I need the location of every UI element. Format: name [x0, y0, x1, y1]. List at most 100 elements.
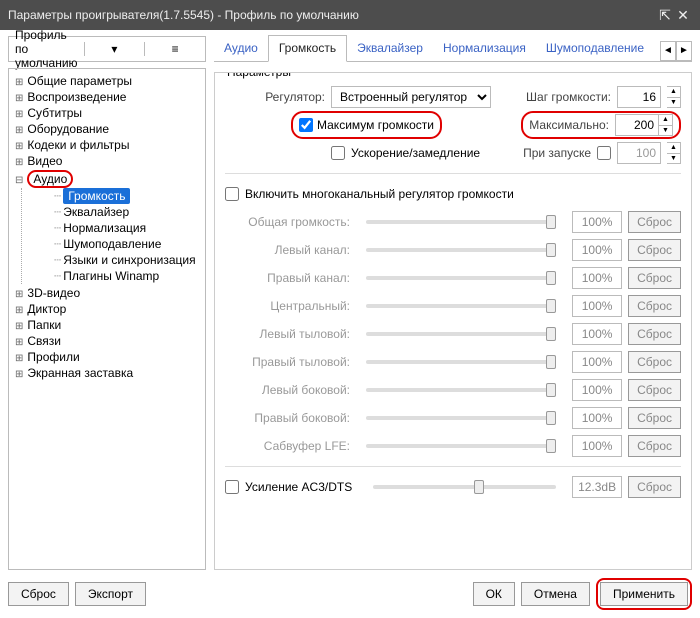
- ac3-value: 12.3dB: [572, 476, 622, 498]
- fieldset-legend: Параметры: [223, 72, 295, 79]
- multichannel-label: Включить многоканальный регулятор громко…: [245, 187, 514, 201]
- tab-scroll-arrow[interactable]: ◄: [660, 41, 676, 61]
- channel-label: Сабвуфер LFE:: [225, 439, 350, 453]
- channel-reset-button: Сброс: [628, 435, 681, 457]
- channel-pct: 100%: [572, 239, 622, 261]
- max-value-highlight: Максимально: ▲▼: [521, 111, 681, 139]
- ac3-reset-button[interactable]: Сброс: [628, 476, 681, 498]
- max-label: Максимально:: [529, 118, 609, 132]
- channel-pct: 100%: [572, 407, 622, 429]
- channel-pct: 100%: [572, 379, 622, 401]
- ac3-label: Усиление AC3/DTS: [245, 480, 357, 494]
- tree-leaf[interactable]: Нормализация: [38, 220, 203, 236]
- apply-button[interactable]: Применить: [600, 582, 688, 606]
- tree-node[interactable]: Воспроизведение: [11, 89, 203, 105]
- vol-step-spinner[interactable]: ▲▼: [667, 86, 681, 108]
- ac3-checkbox[interactable]: [225, 480, 239, 494]
- chevron-down-icon[interactable]: ▾: [84, 42, 145, 56]
- channel-slider: [366, 332, 556, 336]
- tab[interactable]: Нормализация: [433, 36, 536, 61]
- channel-reset-button: Сброс: [628, 379, 681, 401]
- tree-leaf[interactable]: Громкость: [38, 188, 203, 204]
- tree-node[interactable]: Экранная заставка: [11, 365, 203, 381]
- profile-selector[interactable]: Профиль по умолчанию ▾ ≡: [8, 36, 206, 62]
- channel-slider: [366, 248, 556, 252]
- regulator-label: Регулятор:: [225, 90, 325, 104]
- channel-pct: 100%: [572, 267, 622, 289]
- channel-reset-button: Сброс: [628, 211, 681, 233]
- channel-label: Общая громкость:: [225, 215, 350, 229]
- channel-reset-button: Сброс: [628, 295, 681, 317]
- on-start-checkbox[interactable]: [597, 146, 611, 160]
- max-volume-highlight: Максимум громкости: [291, 111, 442, 139]
- tree-node[interactable]: Оборудование: [11, 121, 203, 137]
- close-icon[interactable]: ✕: [674, 7, 692, 24]
- multichannel-checkbox[interactable]: [225, 187, 239, 201]
- max-volume-label: Максимум громкости: [317, 118, 434, 132]
- tree-node[interactable]: Связи: [11, 333, 203, 349]
- channel-label: Левый канал:: [225, 243, 350, 257]
- tab-scroll-arrow[interactable]: ►: [676, 41, 692, 61]
- channel-reset-button: Сброс: [628, 351, 681, 373]
- tree-node[interactable]: Папки: [11, 317, 203, 333]
- cancel-button[interactable]: Отмена: [521, 582, 590, 606]
- channel-reset-button: Сброс: [628, 407, 681, 429]
- channel-slider: [366, 220, 556, 224]
- tab[interactable]: Аудио: [214, 36, 268, 61]
- nav-tree[interactable]: Общие параметрыВоспроизведениеСубтитрыОб…: [8, 68, 206, 570]
- vol-step-input[interactable]: [617, 86, 661, 108]
- footer: Сброс Экспорт ОК Отмена Применить: [0, 570, 700, 618]
- tree-leaf[interactable]: Плагины Winamp: [38, 268, 203, 284]
- max-spinner[interactable]: ▲▼: [659, 114, 673, 136]
- window-title: Параметры проигрывателя(1.7.5545) - Проф…: [8, 8, 656, 22]
- tree-node[interactable]: Общие параметры: [11, 73, 203, 89]
- params-fieldset: Параметры Регулятор: Встроенный регулято…: [214, 72, 692, 570]
- tree-node-audio[interactable]: АудиоГромкостьЭквалайзерНормализацияШумо…: [11, 169, 203, 285]
- pin-icon[interactable]: ⇱: [656, 7, 674, 24]
- tree-leaf[interactable]: Языки и синхронизация: [38, 252, 203, 268]
- accel-checkbox[interactable]: [331, 146, 345, 160]
- tab[interactable]: Шумоподавление: [536, 36, 654, 61]
- tree-leaf[interactable]: Шумоподавление: [38, 236, 203, 252]
- channel-pct: 100%: [572, 435, 622, 457]
- ok-button[interactable]: ОК: [473, 582, 515, 606]
- export-button[interactable]: Экспорт: [75, 582, 146, 606]
- channel-label: Левый боковой:: [225, 383, 350, 397]
- channel-label: Правый боковой:: [225, 411, 350, 425]
- profile-value: Профиль по умолчанию: [9, 28, 84, 70]
- channel-label: Правый канал:: [225, 271, 350, 285]
- accel-label: Ускорение/замедление: [351, 146, 480, 160]
- channel-pct: 100%: [572, 323, 622, 345]
- reset-button[interactable]: Сброс: [8, 582, 69, 606]
- titlebar: Параметры проигрывателя(1.7.5545) - Проф…: [0, 0, 700, 30]
- channel-slider: [366, 416, 556, 420]
- max-input[interactable]: [615, 114, 659, 136]
- tree-node[interactable]: 3D-видео: [11, 285, 203, 301]
- channel-slider: [366, 444, 556, 448]
- tree-node[interactable]: Диктор: [11, 301, 203, 317]
- channel-slider: [366, 360, 556, 364]
- tree-node[interactable]: Субтитры: [11, 105, 203, 121]
- regulator-select[interactable]: Встроенный регулятор гр: [331, 86, 491, 108]
- tab[interactable]: Эквалайзер: [347, 36, 433, 61]
- channel-reset-button: Сброс: [628, 323, 681, 345]
- channel-slider: [366, 276, 556, 280]
- channel-label: Центральный:: [225, 299, 350, 313]
- tree-node[interactable]: Кодеки и фильтры: [11, 137, 203, 153]
- ac3-slider[interactable]: [373, 485, 556, 489]
- tabs: АудиоГромкостьЭквалайзерНормализацияШумо…: [214, 36, 692, 62]
- tree-node[interactable]: Профили: [11, 349, 203, 365]
- channel-label: Правый тыловой:: [225, 355, 350, 369]
- max-volume-checkbox[interactable]: [299, 118, 313, 132]
- tree-leaf[interactable]: Эквалайзер: [38, 204, 203, 220]
- channel-reset-button: Сброс: [628, 239, 681, 261]
- channel-pct: 100%: [572, 351, 622, 373]
- tree-node[interactable]: Видео: [11, 153, 203, 169]
- channel-pct: 100%: [572, 211, 622, 233]
- tab[interactable]: Громкость: [268, 35, 347, 62]
- on-start-input: [617, 142, 661, 164]
- channel-slider: [366, 304, 556, 308]
- menu-icon[interactable]: ≡: [144, 42, 205, 56]
- vol-step-label: Шаг громкости:: [526, 90, 611, 104]
- on-start-label: При запуске: [523, 146, 591, 160]
